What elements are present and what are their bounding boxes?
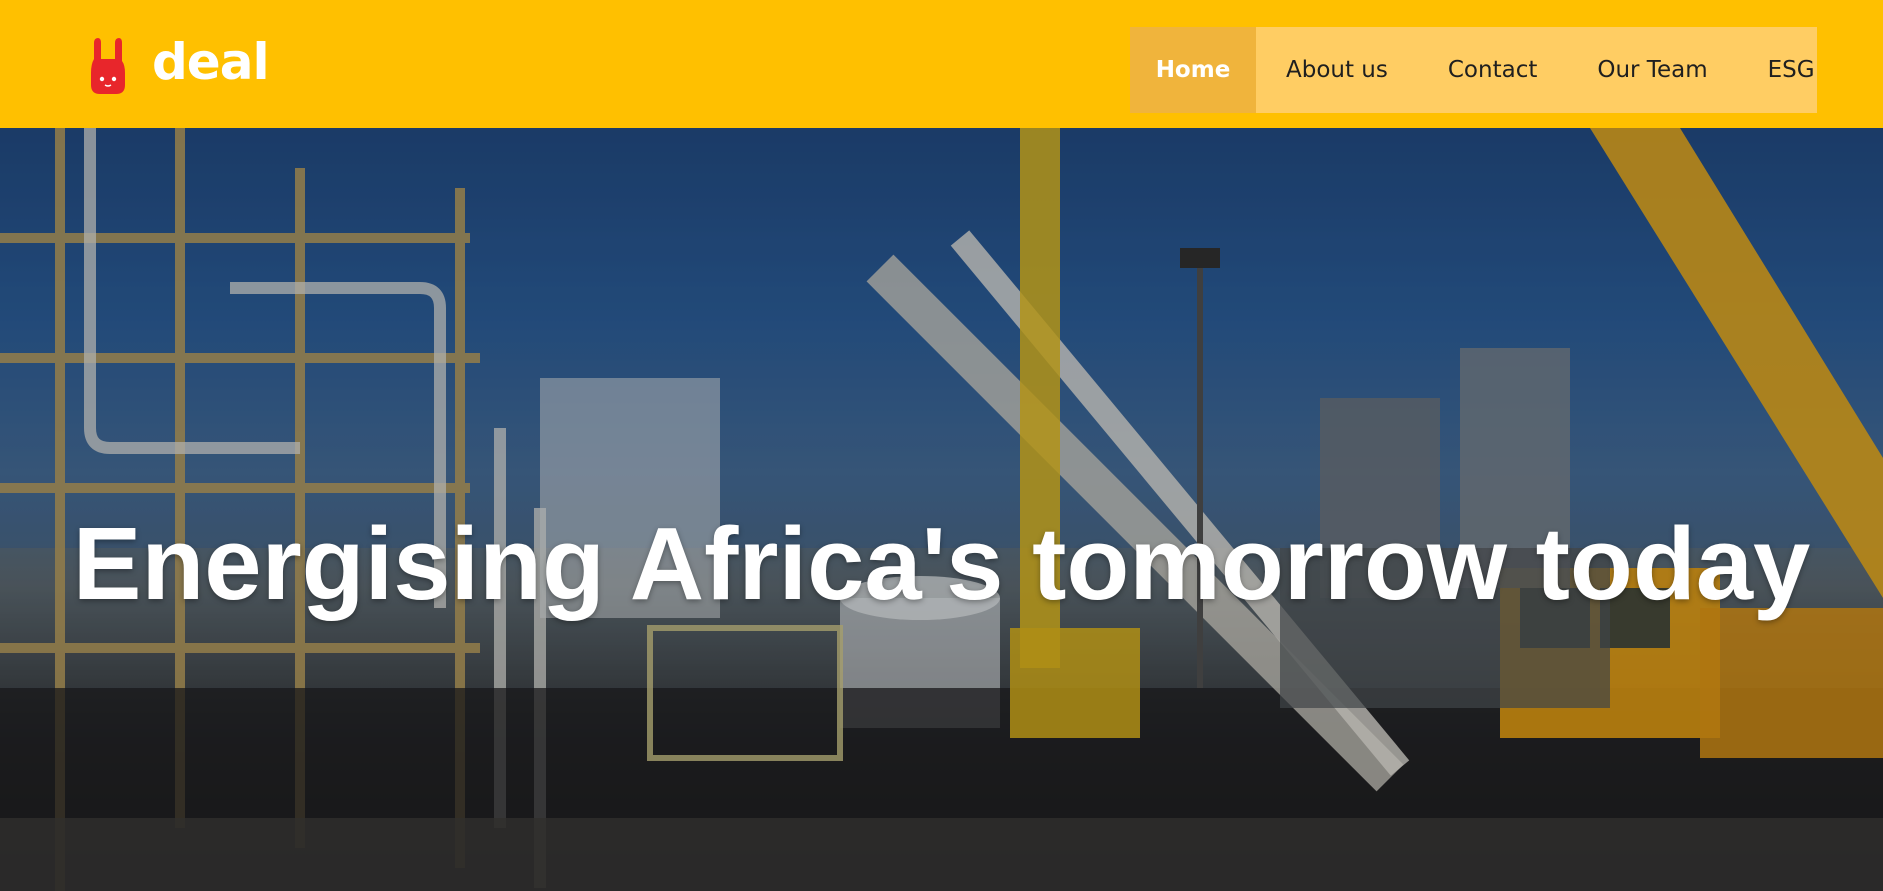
rabbit-icon bbox=[91, 38, 125, 94]
hero-title: Energising Africa's tomorrow today bbox=[72, 506, 1811, 621]
nav-our-team[interactable]: Our Team bbox=[1567, 27, 1737, 113]
site-header: deal Home About us Contact Our Team ESG bbox=[0, 0, 1883, 128]
nav-about-us[interactable]: About us bbox=[1256, 27, 1418, 113]
brand-logo[interactable]: deal bbox=[90, 33, 270, 98]
hero-banner: Energising Africa's tomorrow today bbox=[0, 128, 1883, 891]
nav-contact[interactable]: Contact bbox=[1418, 27, 1567, 113]
main-nav: Home About us Contact Our Team ESG bbox=[1130, 27, 1817, 113]
brand-name: deal bbox=[152, 33, 270, 91]
nav-esg[interactable]: ESG bbox=[1738, 27, 1845, 113]
nav-home[interactable]: Home bbox=[1130, 27, 1256, 113]
